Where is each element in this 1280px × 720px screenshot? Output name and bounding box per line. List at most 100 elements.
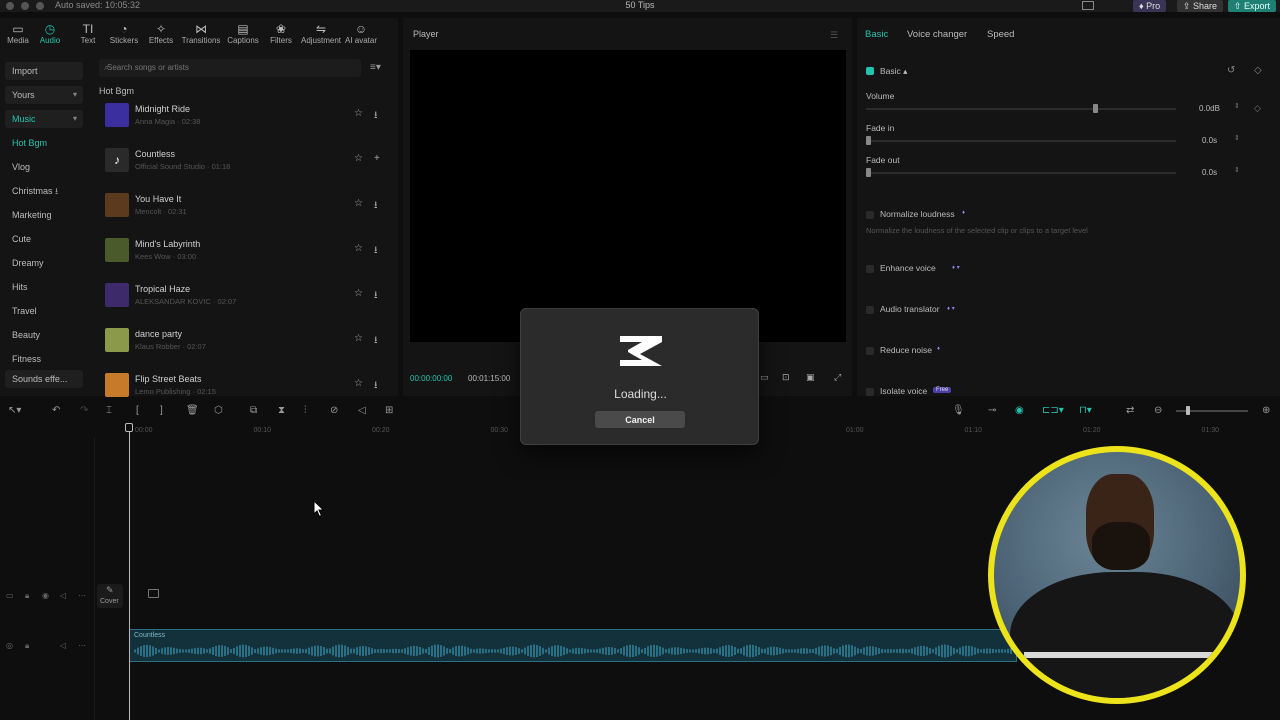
tab-adjustment[interactable]: ⇋ Adjustment — [299, 22, 343, 45]
volume-stepper-icon[interactable]: ⇕ — [1234, 102, 1240, 110]
list-item[interactable]: ♪ Countless Official Sound Studio · 01:18 ☆… — [99, 142, 392, 182]
category-beauty[interactable]: Beauty — [5, 326, 83, 344]
volume-knob[interactable] — [1093, 104, 1098, 113]
fadein-knob[interactable] — [866, 136, 871, 145]
list-item[interactable]: Midnight Ride Anna Magia · 02:38 ☆ ⭳ — [99, 97, 392, 137]
redo-icon[interactable]: ↷ — [80, 405, 88, 416]
aspect-icon[interactable]: ▭ — [760, 372, 769, 383]
category-marketing[interactable]: Marketing — [5, 206, 83, 224]
track-mode-icon[interactable]: ⇄ — [1126, 405, 1134, 416]
fadeout-value[interactable]: 0.0s — [1202, 168, 1217, 177]
list-item[interactable]: You Have It Mencolt · 02:31 ☆ ⭳ — [99, 187, 392, 227]
reduce-noise-checkbox[interactable] — [866, 347, 874, 355]
add-icon[interactable]: + — [374, 153, 380, 164]
list-item[interactable]: Mind's Labyrinth Kees Wow · 03:00 ☆ ⭳ — [99, 232, 392, 272]
download-icon[interactable]: ⭳ — [374, 378, 378, 395]
freeze-icon[interactable]: ⧗ — [278, 405, 285, 416]
category-music[interactable]: Music ▾ — [5, 110, 83, 128]
star-icon[interactable]: ☆ — [354, 288, 363, 299]
download-icon[interactable]: ⭳ — [374, 108, 378, 125]
zoom-knob[interactable] — [1186, 406, 1190, 415]
preview-axis-icon[interactable]: ⊏⊐▾ — [1042, 405, 1064, 416]
tab-speed[interactable]: Speed — [987, 29, 1014, 40]
tab-basic[interactable]: Basic — [865, 29, 888, 40]
reset-icon[interactable]: ↺ — [1227, 65, 1235, 76]
download-icon[interactable]: ⭳ — [374, 198, 378, 215]
snap-icon[interactable]: ◉ — [1015, 405, 1024, 416]
list-item[interactable]: Flip Street Beats Lemo Publishing · 02:15… — [99, 367, 392, 407]
export-button[interactable]: ⇧ Export — [1228, 0, 1277, 12]
star-icon[interactable]: ☆ — [354, 153, 363, 164]
delete-icon[interactable]: 🗑 — [186, 405, 199, 416]
magnet-icon[interactable]: ⊓▾ — [1079, 405, 1092, 416]
volume-keyframe-icon[interactable]: ◇ — [1254, 103, 1261, 114]
video-preview[interactable] — [410, 50, 846, 342]
category-vlog[interactable]: Vlog — [5, 158, 83, 176]
fadeout-knob[interactable] — [866, 168, 871, 177]
lock-icon[interactable]: 🔒︎ — [25, 591, 29, 601]
more-icon[interactable]: ⋯ — [78, 591, 86, 600]
isolate-checkbox[interactable] — [866, 388, 874, 396]
auto-reframe-icon[interactable]: ⊘ — [330, 405, 338, 416]
tab-ai-avatar[interactable]: ☺ AI avatar — [339, 22, 383, 45]
download-icon[interactable]: ⭳ — [374, 243, 378, 260]
star-icon[interactable]: ☆ — [354, 108, 363, 119]
enhance-checkbox[interactable] — [866, 265, 874, 273]
star-icon[interactable]: ☆ — [354, 378, 363, 389]
layout-icon[interactable] — [1082, 1, 1094, 10]
fullscreen-icon[interactable]: ⤢ — [834, 372, 841, 383]
search-input[interactable] — [99, 59, 361, 77]
tab-filters[interactable]: ❀ Filters — [259, 22, 303, 45]
category-cute[interactable]: Cute — [5, 230, 83, 248]
category-import[interactable]: Import — [5, 62, 83, 80]
category-dreamy[interactable]: Dreamy — [5, 254, 83, 272]
category-yours[interactable]: Yours ▾ — [5, 86, 83, 104]
basic-checkbox[interactable] — [866, 67, 874, 75]
cancel-button[interactable]: Cancel — [595, 411, 685, 428]
detach-audio-icon[interactable]: ⧉ — [250, 405, 257, 416]
captions-icon[interactable]: ⊞ — [385, 405, 393, 416]
audio-beat-icon[interactable]: ◁ — [358, 405, 366, 416]
zoom-in-icon[interactable]: ⊕ — [1262, 405, 1270, 416]
fadein-slider[interactable] — [866, 140, 1176, 142]
filter-icon[interactable]: ≡▾ — [370, 62, 381, 73]
trim-right-icon[interactable]: ] — [160, 405, 163, 416]
star-icon[interactable]: ☆ — [354, 333, 363, 344]
mark-icon[interactable]: ⬡ — [214, 405, 223, 416]
category-fitness[interactable]: Fitness — [5, 350, 83, 368]
fadeout-stepper-icon[interactable]: ⇕ — [1234, 166, 1240, 174]
list-item[interactable]: dance party Klaus Robber · 02:07 ☆ ⭳ — [99, 322, 392, 362]
star-icon[interactable]: ☆ — [354, 198, 363, 209]
split-icon[interactable]: ⌶ — [106, 405, 112, 416]
zoom-out-icon[interactable]: ⊖ — [1154, 405, 1162, 416]
tab-effects[interactable]: ✧ Effects — [139, 22, 183, 45]
fadeout-slider[interactable] — [866, 172, 1176, 174]
volume-slider[interactable] — [866, 108, 1176, 110]
playhead[interactable] — [129, 425, 130, 720]
lock-icon[interactable]: 🔒︎ — [25, 641, 29, 651]
tab-transitions[interactable]: ⋈ Transitions — [179, 22, 223, 45]
volume-value[interactable]: 0.0dB — [1199, 104, 1220, 113]
player-menu-icon[interactable]: ☰ — [830, 30, 838, 41]
fadein-value[interactable]: 0.0s — [1202, 136, 1217, 145]
mute-icon[interactable]: ◁ — [60, 641, 66, 650]
normalize-checkbox[interactable] — [866, 211, 874, 219]
link-icon[interactable]: ⊸ — [988, 405, 996, 416]
visibility-icon[interactable]: ◉ — [42, 591, 49, 600]
more-icon[interactable]: ⋯ — [78, 641, 86, 650]
trim-left-icon[interactable]: [ — [136, 405, 139, 416]
screenshot-icon[interactable]: ⊡ — [782, 372, 790, 383]
list-item[interactable]: Tropical Haze ALEKSANDAR KOVIC · 02:07 ☆ ⭳ — [99, 277, 392, 317]
download-icon[interactable]: ⭳ — [374, 333, 378, 350]
pro-button[interactable]: ♦ Pro — [1133, 0, 1167, 12]
share-button[interactable]: ⇪ Share — [1177, 0, 1224, 12]
adjust-icon[interactable]: ⫶ — [304, 405, 307, 416]
keyframe-icon[interactable]: ◇ — [1254, 65, 1262, 76]
mute-icon[interactable]: ◁ — [60, 591, 66, 600]
category-christmas[interactable]: Christmas ⭳ — [5, 182, 83, 200]
category-sounds-effe[interactable]: Sounds effe... — [5, 370, 83, 388]
translator-checkbox[interactable] — [866, 306, 874, 314]
category-hits[interactable]: Hits — [5, 278, 83, 296]
playhead-handle[interactable] — [125, 423, 133, 432]
select-tool-icon[interactable]: ↖▾ — [8, 405, 21, 416]
